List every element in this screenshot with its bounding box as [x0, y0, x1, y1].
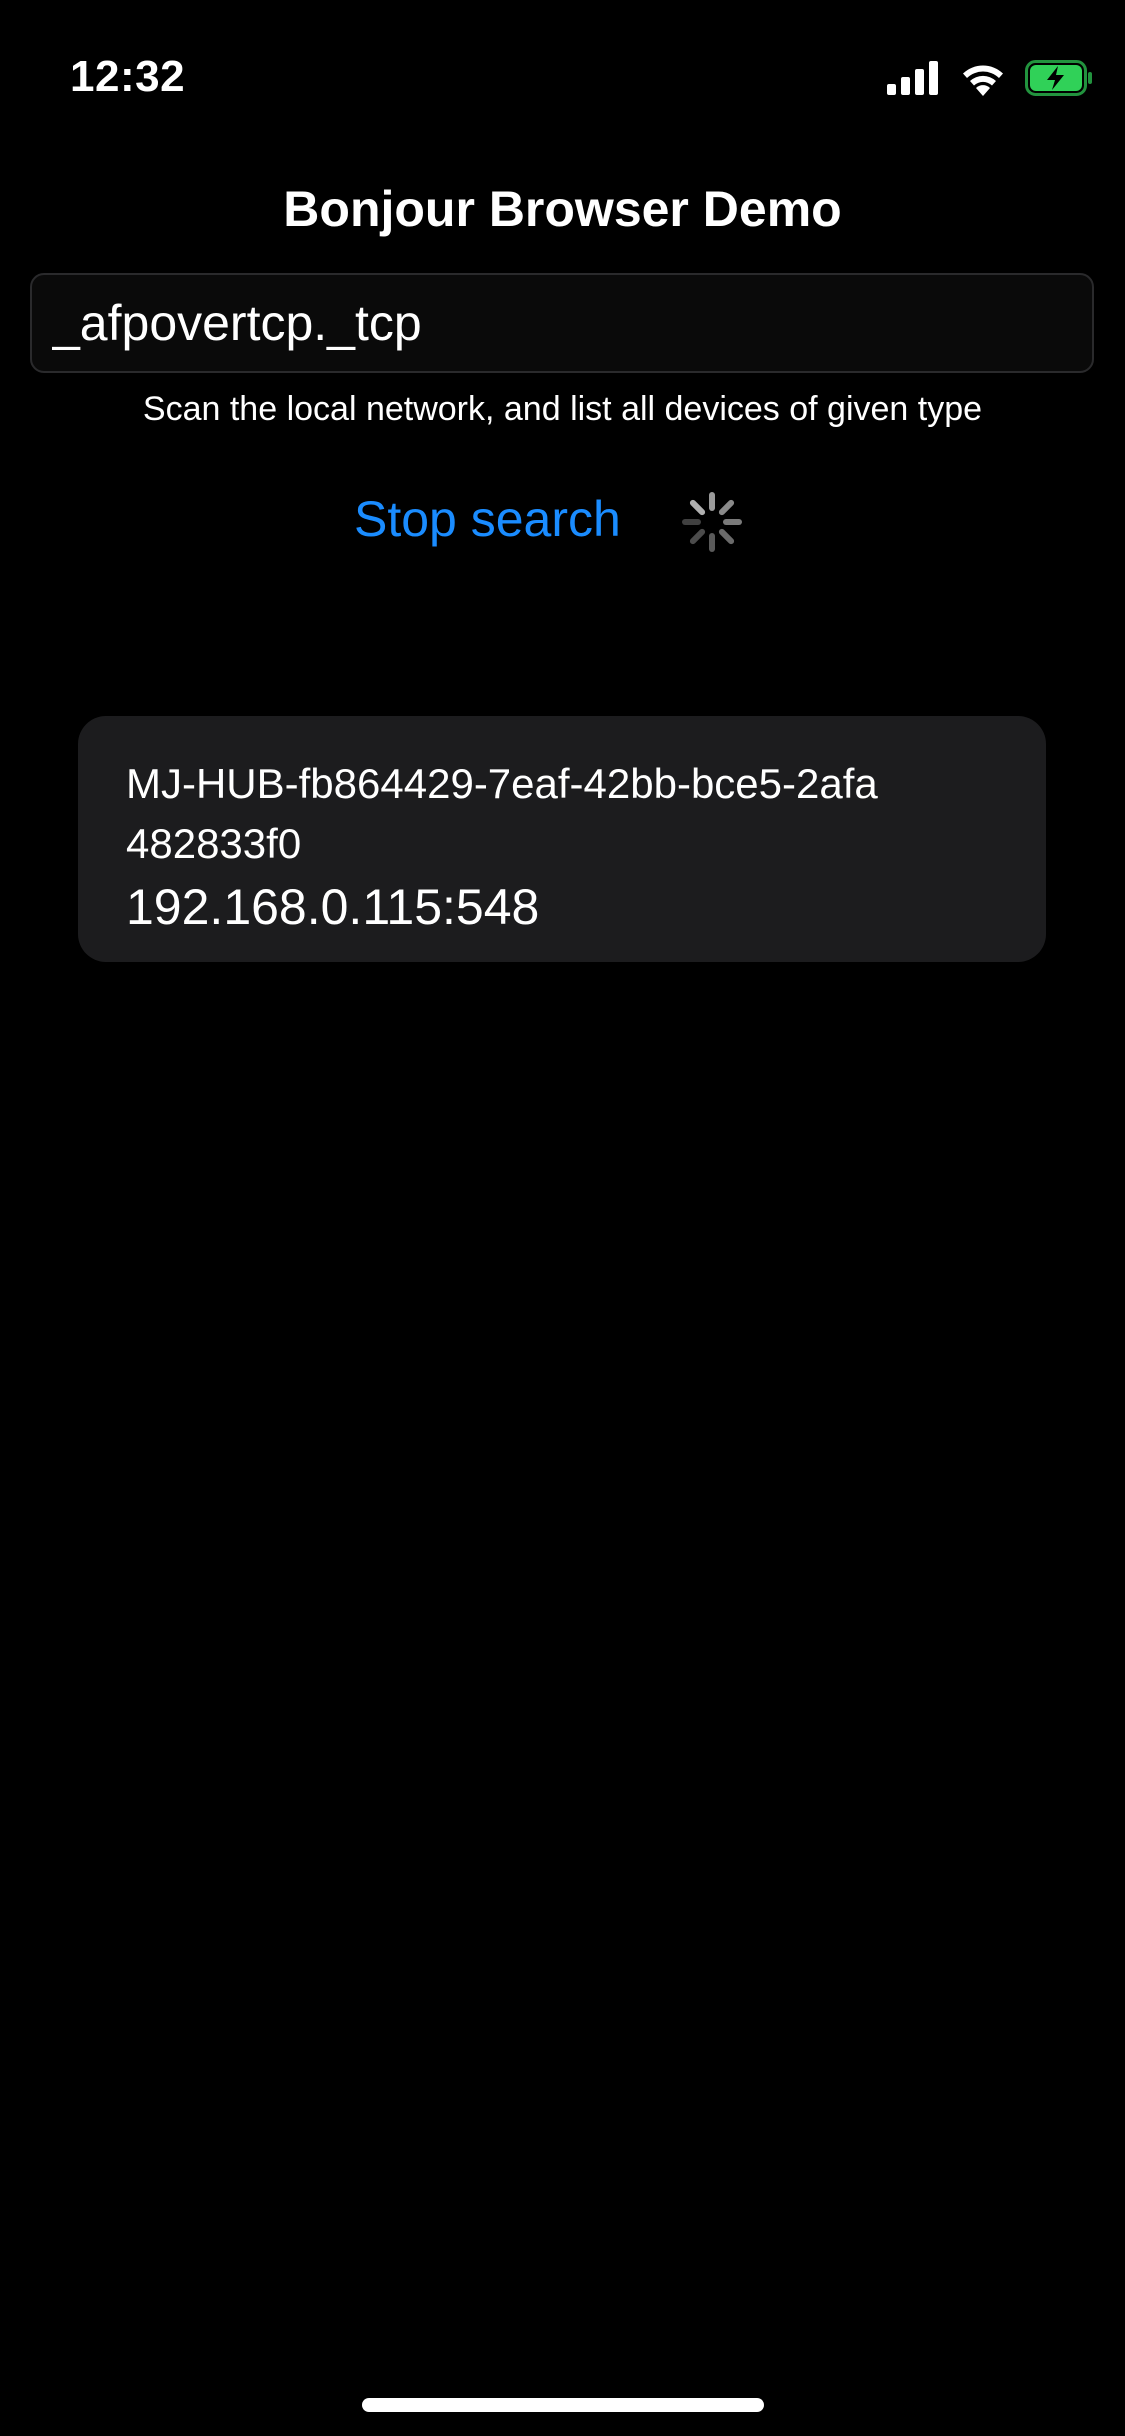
- status-time: 12:32: [70, 52, 186, 101]
- status-icons: [887, 60, 1093, 96]
- home-indicator[interactable]: [362, 2398, 764, 2412]
- device-address: 192.168.0.115:548: [126, 879, 540, 935]
- page-title: Bonjour Browser Demo: [283, 181, 842, 237]
- cellular-signal-icon: [887, 61, 938, 95]
- service-type-input[interactable]: [30, 273, 1094, 373]
- search-hint: Scan the local network, and list all dev…: [142, 390, 983, 428]
- activity-spinner-icon: [682, 492, 742, 552]
- status-bar: 12:32: [0, 0, 1125, 150]
- battery-charging-icon: [1025, 60, 1092, 96]
- device-list-item[interactable]: MJ-HUB-fb864429-7eaf-42bb-bce5-2afa48283…: [78, 716, 1046, 962]
- wifi-icon: [963, 65, 1003, 96]
- device-name: MJ-HUB-fb864429-7eaf-42bb-bce5-2afa48283…: [126, 760, 878, 867]
- stop-search-button[interactable]: Stop search: [354, 490, 621, 548]
